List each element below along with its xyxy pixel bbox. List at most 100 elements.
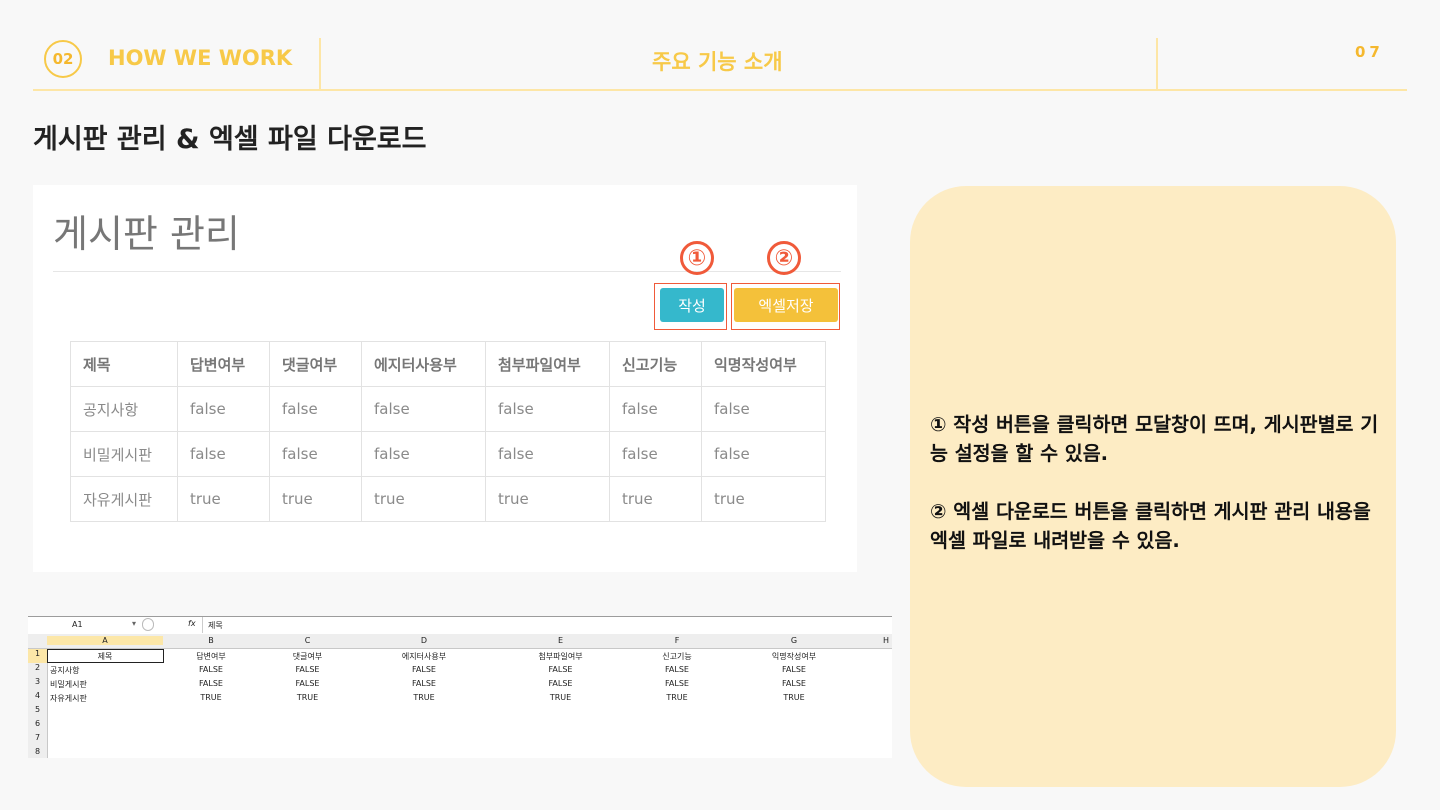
header-divider [1156,38,1158,90]
sheet-cell[interactable]: 자유게시판 [50,693,87,704]
row-number[interactable]: 6 [28,719,48,733]
table-row[interactable]: 공지사항 false false false false false false [70,386,826,432]
col-letter[interactable]: G [725,636,863,645]
table-cell: false [177,386,270,432]
excel-screenshot: A1 ▾ fx 제목 A B C D E F G H 1 2 3 4 5 6 7… [28,616,892,758]
formula-input[interactable]: 제목 [208,620,223,631]
sheet-cell[interactable]: 익명작성여부 [725,651,863,662]
col-letter[interactable]: H [863,636,892,645]
table-cell: false [269,431,362,477]
marker-1: ① [680,241,714,275]
sheet-cell[interactable]: FALSE [259,679,356,688]
table-cell: 자유게시판 [70,476,178,522]
table-cell: false [701,431,826,477]
column-header: 신고기능 [609,341,702,387]
header-center-title: 주요 기능 소개 [652,50,783,74]
col-letter[interactable]: E [492,636,629,645]
sheet-cell[interactable]: 댓글여부 [259,651,356,662]
table-row[interactable]: 자유게시판 true true true true true true [70,476,826,522]
table-cell: false [361,386,486,432]
sheet-cell[interactable]: TRUE [163,693,259,702]
table-row[interactable]: 비밀게시판 false false false false false fals… [70,431,826,477]
board-admin-screenshot: 게시판 관리 ① ② 작성 엑셀저장 제목 답변여부 댓글여부 에지터사용부 첨… [33,185,857,572]
table-cell: false [361,431,486,477]
sheet-cell[interactable]: 답변여부 [163,651,259,662]
sheet-cell[interactable]: FALSE [163,679,259,688]
sheet-cell[interactable]: 에지터사용부 [356,651,492,662]
column-header: 답변여부 [177,341,270,387]
board-settings-table: 제목 답변여부 댓글여부 에지터사용부 첨부파일여부 신고기능 익명작성여부 공… [70,341,826,522]
table-cell: false [269,386,362,432]
section-number: 02 [52,50,74,68]
table-cell: true [701,476,826,522]
table-cell: true [609,476,702,522]
sheet-cell[interactable]: 공지사항 [50,665,79,676]
name-box-dropdown-icon[interactable]: ▾ [132,619,136,628]
sheet-cell[interactable]: 제목 [47,651,163,662]
callout-text: ① 작성 버튼을 클릭하면 모달창이 뜨며, 게시판별로 기능 설정을 할 수 … [930,410,1382,584]
column-header: 익명작성여부 [701,341,826,387]
sheet-cell[interactable]: TRUE [356,693,492,702]
row-number[interactable]: 1 [28,649,48,663]
sheet-cell[interactable]: FALSE [725,665,863,674]
page-number: 07 [1355,43,1384,61]
sheet-cell[interactable]: TRUE [492,693,629,702]
sheet-cell[interactable]: FALSE [492,679,629,688]
row-number[interactable]: 3 [28,677,48,691]
sheet-cell[interactable]: 비밀게시판 [50,679,87,690]
table-cell: 공지사항 [70,386,178,432]
table-cell: false [609,386,702,432]
formula-divider [202,617,203,633]
table-cell: true [177,476,270,522]
sheet-cell[interactable]: FALSE [356,665,492,674]
col-letter[interactable]: A [47,636,163,645]
col-letter[interactable]: F [629,636,725,645]
callout-item-2: ② 엑셀 다운로드 버튼을 클릭하면 게시판 관리 내용을 엑셀 파일로 내려받… [930,500,1371,552]
sheet-cell[interactable]: FALSE [629,665,725,674]
name-box[interactable]: A1 [72,620,83,629]
header-divider [319,38,321,90]
write-button[interactable]: 작성 [660,288,724,322]
callout-item-1: ① 작성 버튼을 클릭하면 모달창이 뜨며, 게시판별로 기능 설정을 할 수 … [930,413,1379,465]
header-underline [33,89,1407,91]
sheet-cell[interactable]: TRUE [629,693,725,702]
excel-save-button[interactable]: 엑셀저장 [734,288,838,322]
description-callout: ① 작성 버튼을 클릭하면 모달창이 뜨며, 게시판별로 기능 설정을 할 수 … [910,186,1396,787]
table-cell: true [361,476,486,522]
table-cell: true [485,476,610,522]
sheet-cell[interactable]: 첨부파일여부 [492,651,629,662]
col-letter[interactable]: B [163,636,259,645]
table-cell: true [269,476,362,522]
sheet-cell[interactable]: FALSE [163,665,259,674]
fx-icon: fx [188,619,196,628]
row-number[interactable]: 5 [28,705,48,719]
column-header: 에지터사용부 [361,341,486,387]
sheet-cell[interactable]: TRUE [259,693,356,702]
row-number[interactable]: 8 [28,747,48,758]
sheet-cell[interactable]: FALSE [725,679,863,688]
section-number-badge: 02 [44,40,82,78]
scroll-arrow-icon [142,618,154,631]
marker-2: ② [767,241,801,275]
row-number[interactable]: 2 [28,663,48,677]
column-header: 댓글여부 [269,341,362,387]
sheet-cell[interactable]: FALSE [492,665,629,674]
row-number[interactable]: 4 [28,691,48,705]
section-label: HOW WE WORK [108,46,293,70]
panel-title: 게시판 관리 [53,212,240,256]
sheet-cell[interactable]: FALSE [259,665,356,674]
col-letter[interactable]: C [259,636,356,645]
column-header: 제목 [70,341,178,387]
row-number[interactable]: 7 [28,733,48,747]
table-cell: false [485,431,610,477]
sheet-cell[interactable]: FALSE [629,679,725,688]
section-title: 게시판 관리 & 엑셀 파일 다운로드 [33,124,427,155]
table-header-row: 제목 답변여부 댓글여부 에지터사용부 첨부파일여부 신고기능 익명작성여부 [70,341,826,387]
sheet-cell[interactable]: 신고기능 [629,651,725,662]
sheet-cell[interactable]: TRUE [725,693,863,702]
column-header-bar: A B C D E F G H [28,634,892,649]
table-cell: false [609,431,702,477]
col-letter[interactable]: D [356,636,492,645]
table-cell: 비밀게시판 [70,431,178,477]
sheet-cell[interactable]: FALSE [356,679,492,688]
